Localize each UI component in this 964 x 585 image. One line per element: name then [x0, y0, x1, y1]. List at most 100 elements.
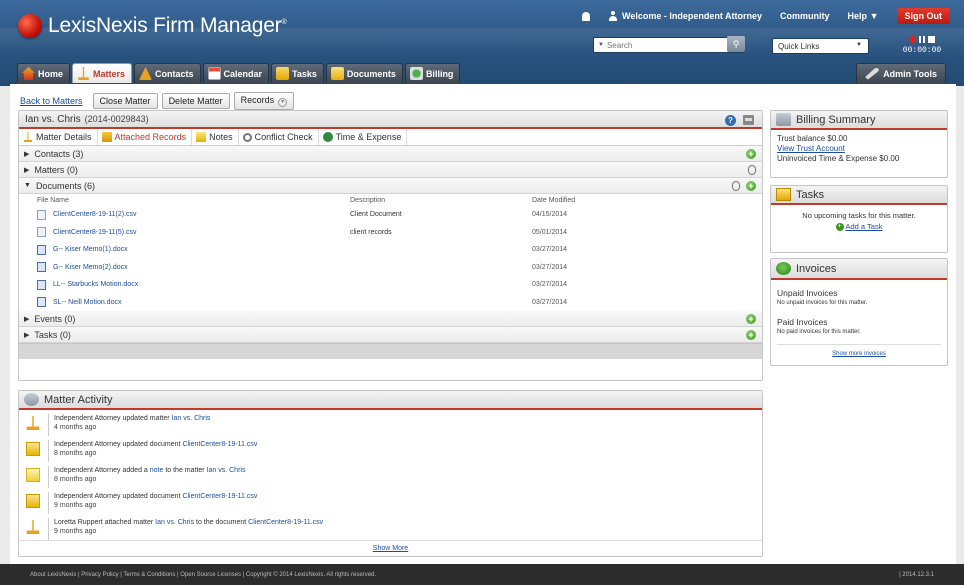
- scales-icon: [26, 416, 40, 430]
- tasks-header: Tasks: [771, 186, 947, 205]
- activity-link[interactable]: ClientCenter8-19-11.csv: [182, 493, 257, 500]
- subtab-attached-records[interactable]: Attached Records: [98, 129, 193, 145]
- paid-invoices-empty: No paid invoices for this matter.: [777, 329, 861, 335]
- document-icon: [26, 442, 40, 456]
- record-icon[interactable]: [909, 36, 916, 43]
- section-events[interactable]: ▶ Events (0) +: [19, 311, 762, 327]
- activity-item: Independent Attorney updated matter Ian …: [19, 410, 762, 436]
- subtab-matter-details[interactable]: Matter Details: [19, 129, 98, 145]
- uninvoiced-amount: Uninvoiced Time & Expense $0.00: [777, 154, 900, 163]
- document-row: G-- Kiser Memo(2).docx 03/27/2014: [19, 259, 762, 277]
- search-button[interactable]: ⚲: [727, 36, 745, 52]
- caret-down-icon: ▼: [869, 11, 879, 21]
- stop-icon[interactable]: [928, 36, 935, 43]
- billing-summary-icon: [776, 113, 791, 126]
- community-link[interactable]: Community: [780, 11, 830, 21]
- tab-billing[interactable]: Billing: [404, 63, 461, 83]
- wrench-icon: [865, 67, 880, 80]
- back-to-matters-link[interactable]: Back to Matters: [20, 96, 83, 106]
- document-link[interactable]: ClientCenter8-19-11(5).csv: [53, 229, 137, 236]
- view-trust-account-link[interactable]: View Trust Account: [777, 144, 845, 153]
- tab-matters[interactable]: Matters: [72, 63, 133, 83]
- subtab-notes[interactable]: Notes: [192, 129, 239, 145]
- delete-matter-button[interactable]: Delete Matter: [161, 93, 230, 109]
- notifications-bell[interactable]: [582, 11, 591, 21]
- admin-tools-tab[interactable]: Admin Tools: [856, 63, 946, 83]
- tab-calendar[interactable]: Calendar: [202, 63, 270, 83]
- bell-icon: [582, 11, 591, 21]
- version-label: | 2014.12.3.1: [899, 571, 934, 578]
- expand-triangle-icon: ▶: [24, 166, 30, 174]
- tab-contacts[interactable]: Contacts: [134, 63, 201, 83]
- billing-icon: [409, 67, 423, 80]
- documents-icon: [330, 67, 344, 80]
- calendar-icon: [207, 67, 221, 80]
- activity-link[interactable]: ClientCenter8-19-11.csv: [182, 441, 257, 448]
- help-icon[interactable]: ?: [725, 115, 736, 126]
- add-task-link[interactable]: Add a Task: [846, 222, 883, 232]
- tab-documents[interactable]: Documents: [325, 63, 403, 83]
- add-contact-icon[interactable]: +: [746, 149, 756, 159]
- activity-item: Independent Attorney added a note to the…: [19, 462, 762, 488]
- section-tasks[interactable]: ▶ Tasks (0) +: [19, 327, 762, 343]
- document-link[interactable]: G-- Kiser Memo(1).docx: [53, 246, 128, 253]
- collapse-triangle-icon: ▼: [24, 182, 31, 189]
- add-icon: +: [835, 223, 844, 231]
- document-link[interactable]: LL-- Starbucks Motion.docx: [53, 281, 138, 288]
- matter-subtabs: Matter Details Attached Records Notes Co…: [19, 129, 762, 146]
- document-row: LL-- Starbucks Motion.docx 03/27/2014: [19, 276, 762, 294]
- activity-link[interactable]: note: [150, 467, 164, 474]
- records-icon: [101, 132, 112, 142]
- activity-header: Matter Activity: [19, 391, 762, 410]
- search-input[interactable]: [606, 40, 717, 50]
- help-menu[interactable]: Help ▼: [848, 11, 879, 21]
- add-document-icon[interactable]: +: [746, 181, 756, 191]
- attach-icon[interactable]: [748, 165, 756, 175]
- welcome-user[interactable]: Welcome - Independent Attorney: [608, 11, 762, 21]
- billing-summary-header: Billing Summary: [771, 111, 947, 130]
- paid-invoices-label: Paid Invoices: [777, 317, 828, 327]
- logo-orb-icon: [18, 14, 42, 38]
- add-task-icon[interactable]: +: [746, 330, 756, 340]
- add-event-icon[interactable]: +: [746, 314, 756, 324]
- search-scope-caret-icon[interactable]: ▼: [598, 42, 604, 48]
- tab-home[interactable]: Home: [17, 63, 71, 83]
- sign-out-button[interactable]: Sign Out: [896, 8, 950, 24]
- tasks-panel: Tasks No upcoming tasks for this matter.…: [770, 185, 948, 253]
- app-header: LexisNexis Firm Manager® Welcome - Indep…: [0, 0, 964, 86]
- document-row: ClientCenter8-19-11(5).csv client record…: [19, 224, 762, 242]
- activity-link[interactable]: ClientCenter8-19-11.csv: [248, 519, 323, 526]
- subtab-time-expense[interactable]: Time & Expense: [319, 129, 408, 145]
- tasks-icon: [776, 188, 791, 201]
- search-box[interactable]: ▼: [593, 37, 745, 53]
- activity-link[interactable]: Ian vs. Chris: [172, 415, 211, 422]
- activity-link[interactable]: Ian vs. Chris: [155, 519, 194, 526]
- show-more-link[interactable]: Show More: [373, 545, 408, 552]
- attach-icon[interactable]: [732, 181, 740, 191]
- tasks-empty-message: No upcoming tasks for this matter.: [802, 211, 916, 220]
- section-matters[interactable]: ▶ Matters (0): [19, 162, 762, 178]
- records-dropdown-button[interactable]: Records ▼: [233, 92, 295, 110]
- document-link[interactable]: G-- Kiser Memo(2).docx: [53, 264, 128, 271]
- quick-links-select[interactable]: Quick Links ▼: [772, 38, 869, 54]
- brand-name: LexisNexis Firm Manager®: [48, 14, 287, 37]
- show-more-invoices-link[interactable]: Show more invoices: [832, 351, 886, 357]
- billing-summary-panel: Billing Summary Trust balance $0.00 View…: [770, 110, 948, 178]
- section-contacts[interactable]: ▶ Contacts (3) +: [19, 146, 762, 162]
- close-matter-button[interactable]: Close Matter: [92, 93, 158, 109]
- expand-triangle-icon: ▶: [24, 315, 30, 323]
- note-icon: [26, 468, 40, 482]
- subtab-conflict-check[interactable]: Conflict Check: [239, 129, 319, 145]
- print-icon[interactable]: [743, 115, 754, 125]
- app-logo[interactable]: LexisNexis Firm Manager®: [18, 14, 287, 38]
- section-documents[interactable]: ▼ Documents (6) +: [19, 178, 762, 194]
- document-link[interactable]: SL-- Neill Motion.docx: [53, 299, 121, 306]
- tab-tasks[interactable]: Tasks: [271, 63, 324, 83]
- unpaid-invoices-label: Unpaid Invoices: [777, 288, 838, 298]
- pause-icon[interactable]: [919, 36, 925, 43]
- footer-links[interactable]: About LexisNexis | Privacy Policy | Term…: [30, 572, 376, 578]
- document-link[interactable]: ClientCenter8-19-11(2).csv: [53, 211, 137, 218]
- page-footer: About LexisNexis | Privacy Policy | Term…: [0, 564, 964, 585]
- activity-link[interactable]: Ian vs. Chris: [207, 467, 246, 474]
- document-row: SL-- Neill Motion.docx 03/27/2014: [19, 294, 762, 312]
